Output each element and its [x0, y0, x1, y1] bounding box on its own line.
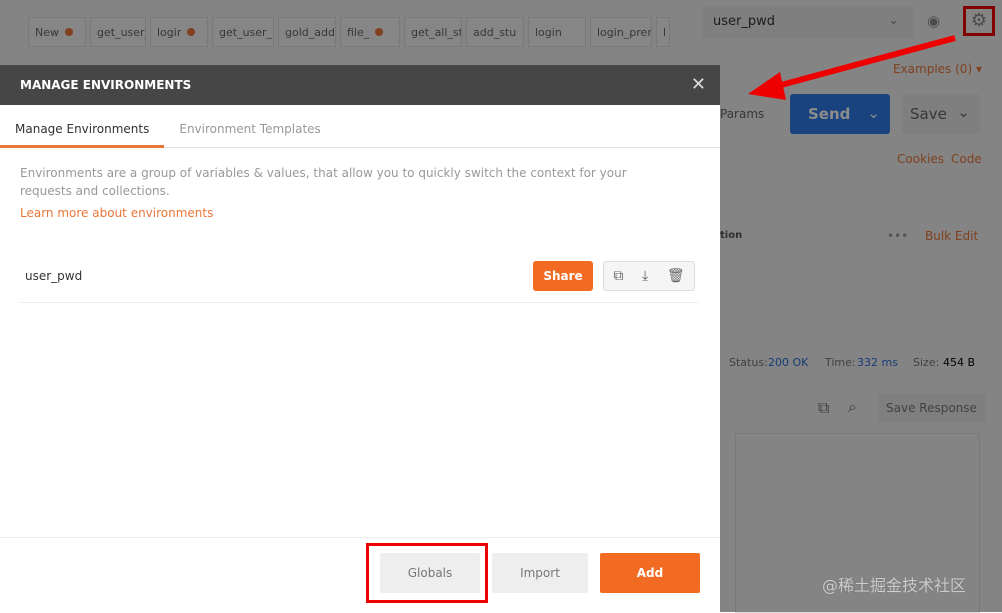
arrow-head [748, 72, 786, 100]
watermark: @稀土掘金技术社区 [822, 576, 967, 595]
arrow-shaft [769, 35, 956, 91]
annotation-arrow [748, 35, 956, 100]
